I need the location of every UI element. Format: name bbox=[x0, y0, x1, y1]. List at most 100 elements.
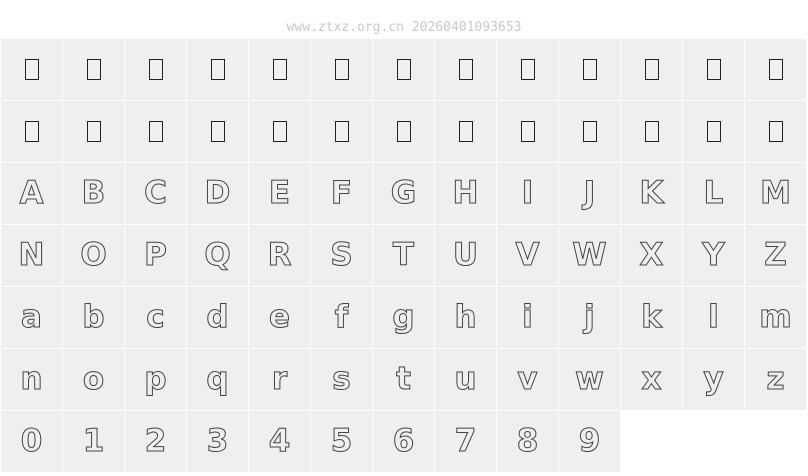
glyph-cell: Z bbox=[745, 225, 806, 286]
glyph-char: 3 bbox=[206, 423, 229, 459]
glyph-cell: 9 bbox=[559, 411, 620, 472]
empty-cell bbox=[745, 411, 806, 472]
missing-glyph-icon bbox=[272, 59, 287, 80]
glyph-cell bbox=[311, 39, 372, 100]
glyph-cell bbox=[559, 101, 620, 162]
glyph-cell: J bbox=[559, 163, 620, 224]
glyph-char: U bbox=[452, 237, 479, 273]
glyph-char: r bbox=[271, 361, 288, 397]
glyph-cell bbox=[1, 101, 62, 162]
glyph-cell: b bbox=[63, 287, 124, 348]
glyph-char: 0 bbox=[20, 423, 43, 459]
glyph-cell: u bbox=[435, 349, 496, 410]
missing-glyph-icon bbox=[86, 121, 101, 142]
glyph-cell: 1 bbox=[63, 411, 124, 472]
glyph-cell: K bbox=[621, 163, 682, 224]
glyph-cell bbox=[249, 39, 310, 100]
glyph-cell: 3 bbox=[187, 411, 248, 472]
glyph-cell: i bbox=[497, 287, 558, 348]
glyph-cell bbox=[187, 39, 248, 100]
glyph-cell: t bbox=[373, 349, 434, 410]
glyph-cell: U bbox=[435, 225, 496, 286]
glyph-cell bbox=[621, 39, 682, 100]
glyph-cell: 2 bbox=[125, 411, 186, 472]
glyph-char: b bbox=[82, 299, 105, 335]
glyph-cell: H bbox=[435, 163, 496, 224]
glyph-char: Z bbox=[764, 237, 788, 273]
glyph-char: e bbox=[268, 299, 291, 335]
glyph-char: V bbox=[515, 237, 540, 273]
glyph-char: f bbox=[334, 299, 349, 335]
glyph-char: u bbox=[454, 361, 477, 397]
glyph-cell bbox=[311, 101, 372, 162]
missing-glyph-icon bbox=[582, 59, 597, 80]
glyph-char: s bbox=[332, 361, 351, 397]
glyph-cell: j bbox=[559, 287, 620, 348]
missing-glyph-icon bbox=[272, 121, 287, 142]
missing-glyph-icon bbox=[706, 59, 721, 80]
glyph-char: q bbox=[206, 361, 229, 397]
glyph-cell: M bbox=[745, 163, 806, 224]
glyph-cell: 7 bbox=[435, 411, 496, 472]
missing-glyph-icon bbox=[768, 59, 783, 80]
glyph-char: 7 bbox=[454, 423, 477, 459]
empty-cell bbox=[621, 411, 682, 472]
missing-glyph-icon bbox=[210, 59, 225, 80]
glyph-char: W bbox=[572, 237, 607, 273]
glyph-char: E bbox=[268, 175, 291, 211]
glyph-char: L bbox=[703, 175, 724, 211]
glyph-cell: d bbox=[187, 287, 248, 348]
glyph-cell: W bbox=[559, 225, 620, 286]
glyph-char: 4 bbox=[268, 423, 291, 459]
missing-glyph-icon bbox=[334, 121, 349, 142]
glyph-char: h bbox=[454, 299, 477, 335]
glyph-cell bbox=[435, 39, 496, 100]
glyph-cell: g bbox=[373, 287, 434, 348]
glyph-char: m bbox=[759, 299, 792, 335]
glyph-cell: q bbox=[187, 349, 248, 410]
site-watermark: www.ztxz.org.cn 20260401093653 bbox=[286, 20, 522, 35]
glyph-cell: v bbox=[497, 349, 558, 410]
glyph-char: k bbox=[641, 299, 663, 335]
glyph-char: l bbox=[708, 299, 720, 335]
glyph-char: w bbox=[575, 361, 605, 397]
glyph-char: K bbox=[639, 175, 664, 211]
glyph-cell: z bbox=[745, 349, 806, 410]
missing-glyph-icon bbox=[334, 59, 349, 80]
glyph-cell: D bbox=[187, 163, 248, 224]
glyph-cell: X bbox=[621, 225, 682, 286]
glyph-cell: r bbox=[249, 349, 310, 410]
glyph-cell bbox=[745, 39, 806, 100]
missing-glyph-icon bbox=[24, 59, 39, 80]
glyph-char: 1 bbox=[82, 423, 105, 459]
glyph-cell bbox=[1, 39, 62, 100]
glyph-cell: o bbox=[63, 349, 124, 410]
glyph-cell: n bbox=[1, 349, 62, 410]
glyph-char: a bbox=[21, 299, 43, 335]
glyph-char: A bbox=[19, 175, 44, 211]
glyph-cell bbox=[559, 39, 620, 100]
glyph-char: v bbox=[517, 361, 538, 397]
glyph-cell: S bbox=[311, 225, 372, 286]
glyph-char: p bbox=[144, 361, 167, 397]
missing-glyph-icon bbox=[396, 121, 411, 142]
glyph-char: y bbox=[703, 361, 724, 397]
glyph-cell: 4 bbox=[249, 411, 310, 472]
glyph-char: 8 bbox=[516, 423, 539, 459]
missing-glyph-icon bbox=[86, 59, 101, 80]
glyph-char: t bbox=[396, 361, 412, 397]
glyph-cell bbox=[683, 101, 744, 162]
glyph-cell: R bbox=[249, 225, 310, 286]
missing-glyph-icon bbox=[706, 121, 721, 142]
glyph-cell: c bbox=[125, 287, 186, 348]
glyph-char: Q bbox=[204, 237, 231, 273]
glyph-char: C bbox=[144, 175, 168, 211]
glyph-cell: O bbox=[63, 225, 124, 286]
glyph-cell bbox=[745, 101, 806, 162]
glyph-cell: G bbox=[373, 163, 434, 224]
glyph-char: Y bbox=[702, 237, 725, 273]
glyph-cell bbox=[497, 39, 558, 100]
empty-cell bbox=[683, 411, 744, 472]
glyph-cell: V bbox=[497, 225, 558, 286]
glyph-cell: B bbox=[63, 163, 124, 224]
